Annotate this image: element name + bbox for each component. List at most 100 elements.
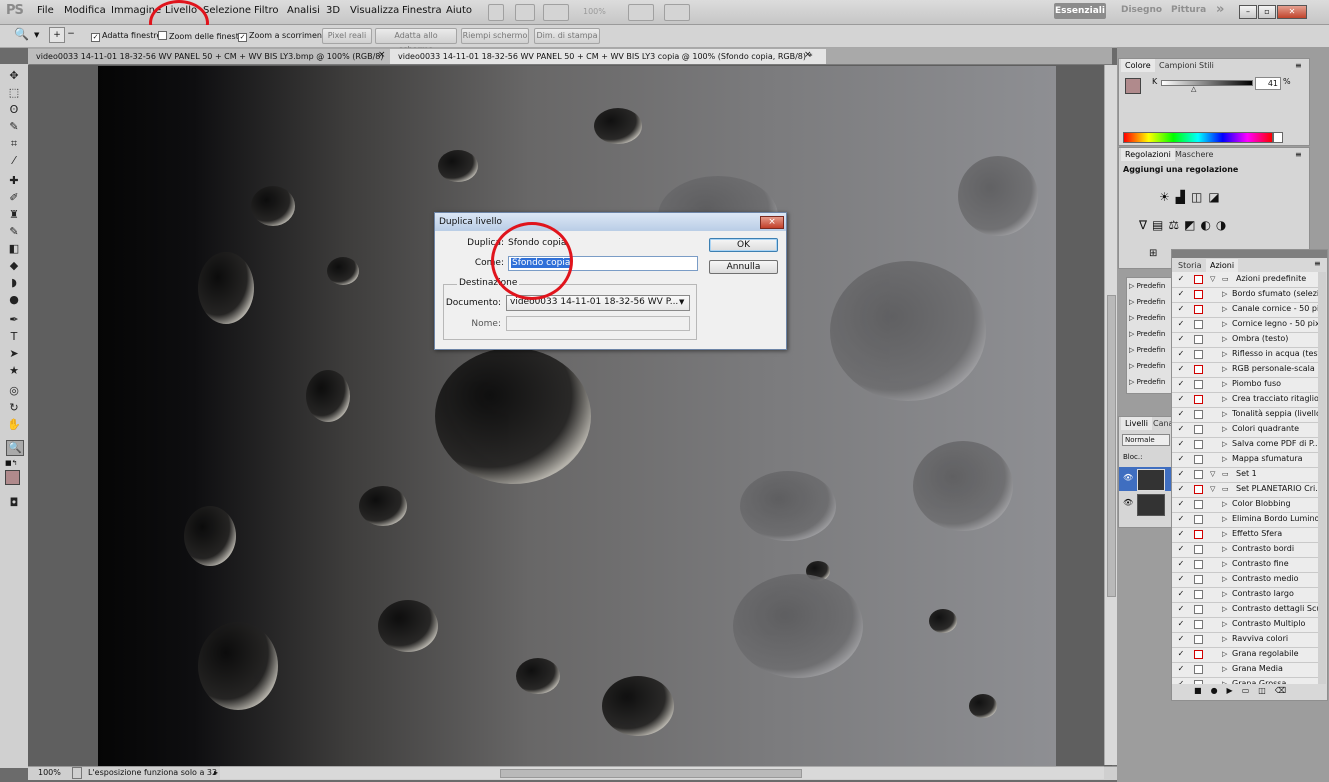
action-row[interactable]: ✓ ▷ Contrasto fine	[1172, 557, 1318, 573]
window-close-button[interactable]: ✕	[1277, 5, 1307, 19]
tab-colore[interactable]: Colore	[1121, 59, 1155, 72]
dialog-toggle-icon[interactable]	[1194, 380, 1203, 389]
toggle-check-icon[interactable]: ✓	[1177, 680, 1185, 685]
preset-item[interactable]: ▷ Predefin	[1129, 378, 1165, 386]
zoom-in-icon[interactable]: +	[49, 27, 65, 43]
k-slider[interactable]	[1161, 80, 1253, 86]
collapsed-chevron-icon[interactable]: ▷	[1222, 395, 1227, 403]
hand-tool-icon[interactable]: ✋	[6, 418, 22, 432]
toggle-check-icon[interactable]: ✓	[1177, 425, 1185, 433]
toggle-check-icon[interactable]: ✓	[1177, 395, 1185, 403]
shape-tool-icon[interactable]: ★	[6, 364, 22, 378]
collapsed-chevron-icon[interactable]: ▷	[1222, 545, 1227, 553]
default-colors-icon[interactable]: ■↰	[5, 459, 17, 467]
stop-icon[interactable]: ■	[1194, 686, 1211, 695]
toggle-check-icon[interactable]: ✓	[1177, 635, 1185, 643]
collapsed-chevron-icon[interactable]: ▷	[1222, 665, 1227, 673]
mini-bridge-button[interactable]	[515, 4, 535, 21]
arrange-documents-button[interactable]	[628, 4, 654, 21]
dialog-toggle-icon[interactable]	[1194, 545, 1203, 554]
type-tool-icon[interactable]: T	[6, 330, 22, 344]
preset-item[interactable]: ▷ Predefin	[1129, 314, 1165, 322]
collapsed-chevron-icon[interactable]: ▷	[1222, 410, 1227, 418]
tab-regolazioni[interactable]: Regolazioni	[1121, 148, 1175, 161]
action-set-row[interactable]: ✓ ▽ ▭ Azioni predefinite	[1172, 272, 1318, 288]
toggle-check-icon[interactable]: ✓	[1177, 620, 1185, 628]
toggle-check-icon[interactable]: ✓	[1177, 320, 1185, 328]
lasso-tool-icon[interactable]: ʘ	[6, 103, 22, 117]
collapsed-chevron-icon[interactable]: ▷	[1222, 440, 1227, 448]
paint-bucket-tool-icon[interactable]: ◆	[6, 259, 22, 273]
toggle-check-icon[interactable]: ✓	[1177, 530, 1185, 538]
zoom-level[interactable]: 100%	[583, 7, 606, 16]
tab-livelli[interactable]: Livelli	[1121, 417, 1153, 430]
toggle-check-icon[interactable]: ✓	[1177, 590, 1185, 598]
adjustment-icons-row2[interactable]: ∇▤⚖◩◐◑	[1139, 218, 1231, 232]
check-zoom-finestre[interactable]: Zoom delle finestre	[158, 31, 247, 41]
action-row[interactable]: ✓ ▷ Contrasto bordi	[1172, 542, 1318, 558]
collapsed-chevron-icon[interactable]: ▷	[1222, 530, 1227, 538]
action-row[interactable]: ✓ ▷ Salva come PDF di P...	[1172, 437, 1318, 453]
clone-stamp-tool-icon[interactable]: ♜	[6, 208, 22, 222]
workspace-disegno[interactable]: Disegno	[1121, 5, 1162, 15]
annulla-button[interactable]: Annulla	[709, 260, 778, 274]
toggle-check-icon[interactable]: ✓	[1177, 485, 1185, 493]
toggle-check-icon[interactable]: ✓	[1177, 470, 1185, 478]
blend-mode-select[interactable]: Normale	[1122, 434, 1170, 446]
toggle-check-icon[interactable]: ✓	[1177, 275, 1185, 283]
record-icon[interactable]: ●	[1211, 686, 1227, 695]
collapsed-chevron-icon[interactable]: ▷	[1222, 500, 1227, 508]
menu-selezione[interactable]: Selezione	[203, 5, 251, 16]
collapsed-chevron-icon[interactable]: ▷	[1222, 320, 1227, 328]
adjustment-preset-icon[interactable]: ⊞	[1149, 248, 1157, 259]
action-row[interactable]: ✓ ▷ Contrasto Multiplo	[1172, 617, 1318, 633]
dialog-toggle-icon[interactable]	[1194, 335, 1203, 344]
toggle-check-icon[interactable]: ✓	[1177, 665, 1185, 673]
action-row[interactable]: ✓ ▷ Grana regolabile	[1172, 647, 1318, 663]
crop-tool-icon[interactable]: ⌗	[6, 137, 22, 151]
status-info-icon[interactable]	[72, 767, 82, 779]
panel-menu-icon[interactable]: ≡	[1295, 150, 1302, 159]
dialog-title-bar[interactable]: Duplica livello ×	[435, 213, 786, 231]
dialog-toggle-icon[interactable]	[1194, 440, 1203, 449]
collapsed-chevron-icon[interactable]: ▷	[1222, 365, 1227, 373]
toggle-check-icon[interactable]: ✓	[1177, 575, 1185, 583]
delete-icon[interactable]: ⌫	[1275, 686, 1295, 695]
action-row[interactable]: ✓ ▷ Contrasto largo	[1172, 587, 1318, 603]
tab-document-original[interactable]: video0033 14-11-01 18-32-56 WV PANEL 50 …	[28, 49, 396, 64]
toggle-check-icon[interactable]: ✓	[1177, 290, 1185, 298]
toggle-check-icon[interactable]: ✓	[1177, 335, 1185, 343]
riempi-schermo-button[interactable]: Riempi schermo	[461, 28, 529, 44]
toggle-check-icon[interactable]: ✓	[1177, 365, 1185, 373]
collapsed-chevron-icon[interactable]: ▷	[1222, 650, 1227, 658]
nome-input[interactable]	[506, 316, 690, 331]
action-set-row[interactable]: ✓ ▽ ▭ Set PLANETARIO Cri...	[1172, 482, 1318, 498]
action-row[interactable]: ✓ ▷ Colori quadrante	[1172, 422, 1318, 438]
dialog-toggle-icon[interactable]	[1194, 290, 1203, 299]
tab-maschere[interactable]: Maschere	[1171, 148, 1217, 161]
collapsed-chevron-icon[interactable]: ▷	[1222, 305, 1227, 313]
pen-tool-icon[interactable]: ✒	[6, 313, 22, 327]
collapsed-chevron-icon[interactable]: ▷	[1222, 620, 1227, 628]
toggle-check-icon[interactable]: ✓	[1177, 380, 1185, 388]
vertical-scroll-thumb[interactable]	[1107, 295, 1116, 597]
tab-close-icon[interactable]: ×	[804, 50, 812, 60]
action-row[interactable]: ✓ ▷ Riflesso in acqua (testo)	[1172, 347, 1318, 363]
collapsed-chevron-icon[interactable]: ▷	[1222, 425, 1227, 433]
action-row[interactable]: ✓ ▷ RGB personale-scala ...	[1172, 362, 1318, 378]
dialog-toggle-icon[interactable]	[1194, 320, 1203, 329]
eraser-tool-icon[interactable]: ◧	[6, 242, 22, 256]
tab-campioni[interactable]: Campioni	[1155, 59, 1201, 72]
new-set-icon[interactable]: ▭	[1242, 686, 1259, 695]
dialog-toggle-icon[interactable]	[1194, 455, 1203, 464]
brush-tool-icon[interactable]: ✐	[6, 191, 22, 205]
toggle-check-icon[interactable]: ✓	[1177, 305, 1185, 313]
dodge-tool-icon[interactable]: ●	[6, 293, 22, 307]
action-row[interactable]: ✓ ▷ Cornice legno - 50 pixel	[1172, 317, 1318, 333]
healing-brush-tool-icon[interactable]: ✚	[6, 174, 22, 188]
toggle-check-icon[interactable]: ✓	[1177, 455, 1185, 463]
action-row[interactable]: ✓ ▷ Crea tracciato ritaglio ...	[1172, 392, 1318, 408]
toggle-check-icon[interactable]: ✓	[1177, 440, 1185, 448]
move-tool-icon[interactable]: ✥	[6, 69, 22, 83]
dialog-toggle-icon[interactable]	[1194, 575, 1203, 584]
